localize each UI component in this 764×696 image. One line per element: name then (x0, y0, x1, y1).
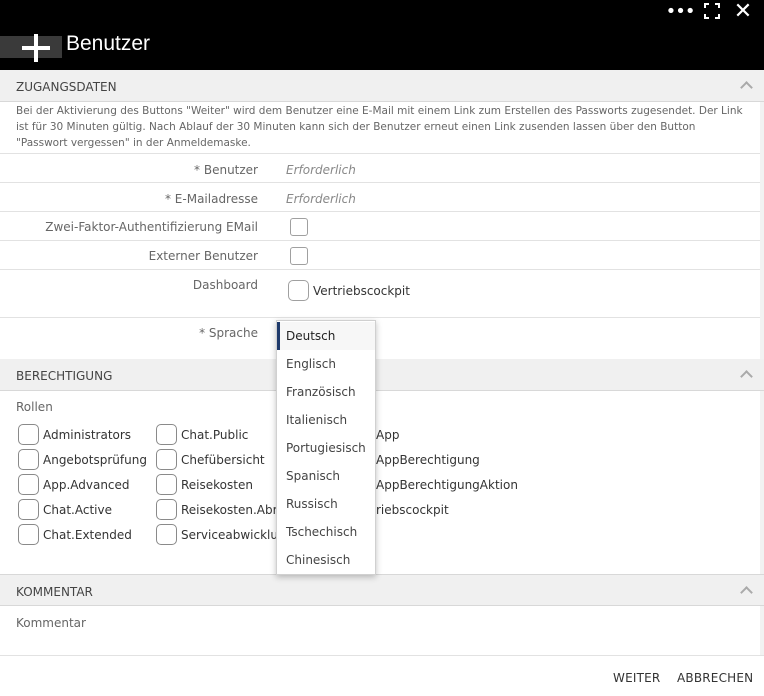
extern-checkbox[interactable] (290, 247, 308, 265)
section-zugangsdaten-title: ZUGANGSDATEN (16, 80, 117, 94)
close-icon[interactable]: ✕ (731, 0, 755, 24)
role-label: App.Advanced (43, 478, 130, 492)
role-label: Chat.Extended (43, 528, 132, 542)
role-label: Reisekosten.Abrec (181, 503, 292, 517)
role-label: AppBerechtigungAktion (376, 478, 518, 492)
role-label: riebscockpit (376, 503, 449, 517)
role-label: Chat.Active (43, 503, 112, 517)
role-label: Angebotsprüfung (43, 453, 147, 467)
more-dots-icon[interactable]: ••• (666, 0, 696, 22)
role-label: Reisekosten (181, 478, 253, 492)
field-row-sprache: * Sprache (0, 317, 760, 347)
field-row-dashboard: Dashboard Vertriebscockpit (0, 269, 760, 318)
dropdown-option[interactable]: Englisch (277, 350, 375, 378)
rollen-label: Rollen (16, 400, 53, 414)
dropdown-option[interactable]: Chinesisch (277, 546, 375, 574)
role-checkbox-chat-public[interactable] (156, 424, 177, 445)
sprache-label: * Sprache (199, 326, 258, 340)
benutzer-input[interactable]: Erforderlich (286, 163, 356, 177)
sprache-dropdown[interactable]: Deutsch Englisch Französisch Italienisch… (276, 320, 376, 575)
dashboard-label: Dashboard (192, 278, 258, 292)
role-checkbox-reisekosten[interactable] (156, 474, 177, 495)
role-label: AppBerechtigung (376, 453, 480, 467)
section-berechtigung-header[interactable]: BERECHTIGUNG (0, 359, 764, 391)
chevron-up-icon[interactable] (740, 368, 752, 380)
info-text: Bei der Aktivierung des Buttons "Weiter"… (16, 105, 743, 149)
chevron-up-icon[interactable] (740, 584, 752, 596)
dropdown-option[interactable]: Portugiesisch (277, 434, 375, 462)
field-row-extern: Externer Benutzer (0, 240, 760, 270)
kommentar-input[interactable]: Kommentar (16, 616, 86, 630)
email-label: * E-Mailadresse (164, 192, 258, 206)
role-label: Chefübersicht (181, 453, 265, 467)
section-kommentar-header[interactable]: KOMMENTAR (0, 574, 764, 606)
role-checkbox-reisekosten-abrec[interactable] (156, 499, 177, 520)
role-checkbox-serviceabwicklung[interactable] (156, 524, 177, 545)
role-checkbox-administrators[interactable] (18, 424, 39, 445)
role-label: Chat.Public (181, 428, 249, 442)
dropdown-option[interactable]: Spanisch (277, 462, 375, 490)
plus-icon (20, 32, 52, 64)
footer-bar: WEITER ABBRECHEN (0, 655, 764, 696)
twofa-checkbox[interactable] (290, 218, 308, 236)
field-row-twofa: Zwei-Faktor-Authentifizierung EMail (0, 211, 760, 241)
twofa-label: Zwei-Faktor-Authentifizierung EMail (45, 220, 258, 234)
role-checkbox-app-advanced[interactable] (18, 474, 39, 495)
role-checkbox-chat-extended[interactable] (18, 524, 39, 545)
section-kommentar-title: KOMMENTAR (16, 585, 93, 599)
role-label: Administrators (43, 428, 132, 442)
role-label: App (376, 428, 400, 442)
dropdown-option[interactable]: Tschechisch (277, 518, 375, 546)
extern-label: Externer Benutzer (148, 249, 258, 263)
chevron-up-icon[interactable] (740, 79, 752, 91)
field-row-email: * E-Mailadresse Erforderlich (0, 182, 760, 212)
section-zugangsdaten-header[interactable]: ZUGANGSDATEN (0, 70, 764, 102)
field-row-benutzer: * Benutzer Erforderlich (0, 153, 760, 183)
dropdown-option[interactable]: Russisch (277, 490, 375, 518)
abbrechen-button[interactable]: ABBRECHEN (677, 671, 753, 685)
section-berechtigung-title: BERECHTIGUNG (16, 369, 113, 383)
dropdown-option[interactable]: Französisch (277, 378, 375, 406)
dashboard-checkbox[interactable] (288, 280, 309, 301)
fullscreen-icon[interactable] (700, 0, 724, 22)
email-input[interactable]: Erforderlich (286, 192, 356, 206)
dashboard-option-label: Vertriebscockpit (313, 284, 410, 298)
dropdown-option[interactable]: Deutsch (277, 322, 375, 350)
role-checkbox-cheuebersicht[interactable] (156, 449, 177, 470)
role-checkbox-chat-active[interactable] (18, 499, 39, 520)
dropdown-option[interactable]: Italienisch (277, 406, 375, 434)
window-title: Benutzer (66, 32, 151, 55)
weiter-button[interactable]: WEITER (613, 671, 660, 685)
role-checkbox-angebotspruefung[interactable] (18, 449, 39, 470)
title-bar: Benutzer ••• ✕ (0, 0, 764, 70)
benutzer-label: * Benutzer (194, 163, 258, 177)
